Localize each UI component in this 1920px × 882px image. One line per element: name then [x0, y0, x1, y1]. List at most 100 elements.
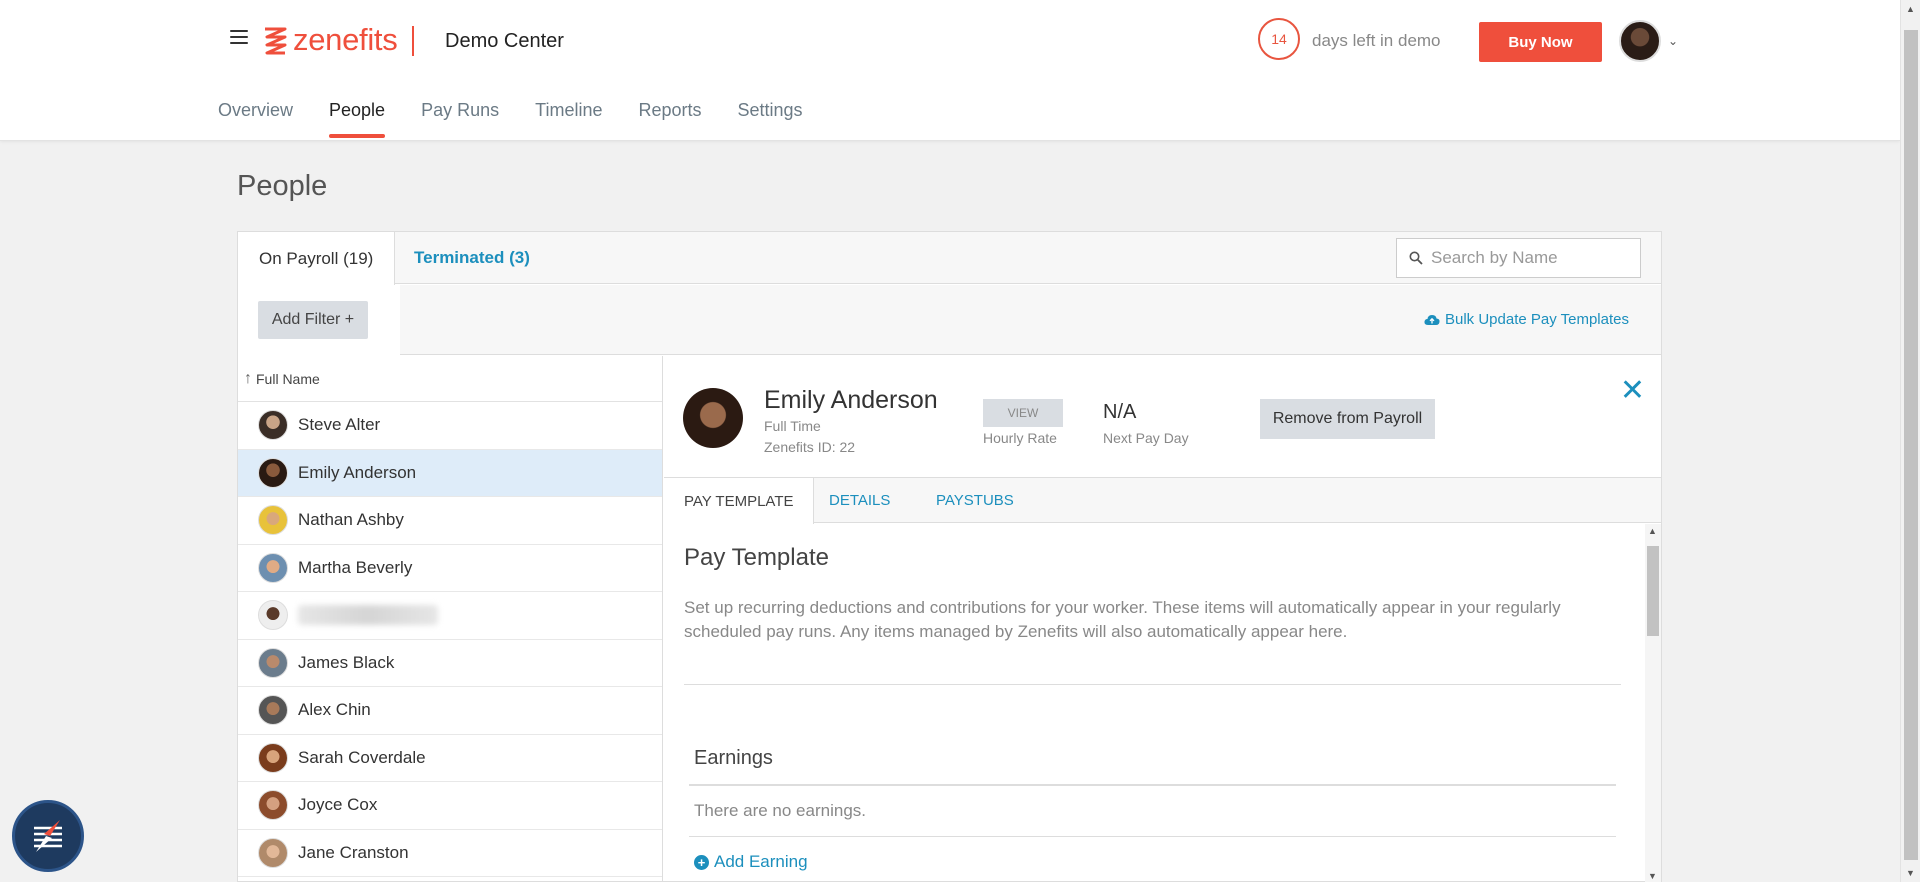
nav-timeline[interactable]: Timeline — [535, 100, 602, 138]
person-name: Joyce Cox — [298, 795, 378, 815]
person-name: Steve Alter — [298, 415, 381, 435]
hourly-rate-label: Hourly Rate — [983, 430, 1057, 446]
person-name: Emily Anderson — [298, 462, 417, 482]
scroll-up-arrow-icon[interactable]: ▲ — [1906, 4, 1915, 14]
demo-days-badge: 14 — [1258, 18, 1300, 60]
view-hourly-rate-button[interactable]: VIEW — [983, 399, 1063, 427]
list-item[interactable]: Nathan Ashby — [238, 497, 662, 545]
tab-pay-template[interactable]: PAY TEMPLATE — [664, 478, 815, 524]
people-panel: On Payroll (19) Terminated (3) Add Filte… — [237, 231, 1662, 882]
list-item[interactable]: Jane Cranston — [238, 830, 662, 877]
nav-people[interactable]: People — [329, 100, 386, 138]
avatar — [258, 837, 288, 868]
add-earning-label: Add Earning — [714, 852, 808, 871]
column-header-label: Full Name — [256, 370, 320, 387]
logo-divider — [412, 26, 414, 56]
nav-overview[interactable]: Overview — [218, 100, 293, 138]
menu-icon[interactable] — [230, 30, 248, 44]
column-header-full-name[interactable]: ↑ Full Name — [238, 356, 662, 402]
redacted-name — [298, 605, 438, 626]
compass-needle-icon — [34, 820, 62, 852]
top-header: zenefits Demo Center 14 days left in dem… — [0, 0, 1900, 141]
no-earnings-text: There are no earnings. — [694, 801, 866, 820]
close-icon[interactable]: ✕ — [1620, 376, 1645, 406]
list-item[interactable]: James Black — [238, 640, 662, 687]
scroll-down-arrow-icon[interactable]: ▼ — [1906, 868, 1915, 878]
avatar — [258, 742, 288, 773]
detail-tabs: PAY TEMPLATE DETAILS PAYSTUBS — [664, 478, 1661, 524]
bulk-update-link[interactable]: Bulk Update Pay Templates — [1424, 311, 1629, 328]
nav-settings[interactable]: Settings — [738, 100, 803, 138]
cloud-upload-icon — [1424, 314, 1440, 325]
tab-terminated[interactable]: Terminated (3) — [393, 232, 551, 284]
list-item[interactable]: Sarah Coverdale — [238, 735, 662, 782]
demo-days-text: days left in demo — [1312, 31, 1441, 50]
person-name: Alex Chin — [298, 700, 371, 720]
list-item[interactable] — [238, 592, 662, 640]
remove-from-payroll-button[interactable]: Remove from Payroll — [1260, 399, 1435, 439]
plus-circle-icon: + — [694, 854, 709, 870]
buy-now-button[interactable]: Buy Now — [1479, 22, 1602, 62]
employment-type: Full Time — [764, 418, 821, 434]
avatar — [258, 457, 288, 488]
avatar — [258, 647, 288, 678]
list-item[interactable]: Emily Anderson — [238, 449, 662, 497]
content-scrollbar[interactable]: ▲ ▼ — [1645, 524, 1661, 882]
search-box[interactable] — [1396, 238, 1641, 278]
people-list: ↑ Full Name Steve Alter Emily Anderson N… — [238, 356, 663, 882]
avatar — [683, 388, 743, 448]
avatar — [258, 505, 288, 536]
earnings-title: Earnings — [694, 747, 773, 769]
divider — [684, 684, 1621, 685]
tab-paystubs[interactable]: PAYSTUBS — [916, 478, 1034, 523]
main-nav: Overview People Pay Runs Timeline Report… — [218, 100, 839, 138]
tab-on-payroll[interactable]: On Payroll (19) — [238, 232, 396, 285]
next-pay-day-value: N/A — [1103, 401, 1137, 423]
avatar — [258, 552, 288, 583]
filter-row: Add Filter + Bulk Update Pay Templates — [238, 285, 1661, 355]
nav-pay-runs[interactable]: Pay Runs — [421, 100, 499, 138]
payroll-tabs: On Payroll (19) Terminated (3) — [238, 232, 1661, 285]
page-title: People — [237, 170, 328, 202]
avatar — [258, 695, 288, 726]
next-pay-day-label: Next Pay Day — [1103, 430, 1189, 446]
person-name: Nathan Ashby — [298, 510, 404, 530]
detail-header: Emily Anderson Full Time Zenefits ID: 22… — [664, 356, 1661, 478]
pay-template-title: Pay Template — [684, 544, 829, 571]
list-item[interactable]: Joyce Cox — [238, 782, 662, 830]
sort-arrow-icon: ↑ — [244, 369, 252, 387]
person-name: Sarah Coverdale — [298, 747, 426, 767]
scroll-thumb[interactable] — [1647, 546, 1659, 636]
person-name: James Black — [298, 652, 395, 672]
tab-details[interactable]: DETAILS — [809, 478, 910, 523]
avatar — [258, 410, 288, 441]
compass-icon[interactable] — [12, 800, 84, 872]
zenefits-z-icon — [265, 27, 287, 55]
filter-cell: Add Filter + — [238, 285, 400, 355]
list-item[interactable]: Martha Beverly — [238, 545, 662, 592]
nav-reports[interactable]: Reports — [638, 100, 701, 138]
list-item[interactable]: Steve Alter — [238, 402, 662, 450]
page-scrollbar[interactable]: ▲ ▼ — [1900, 0, 1920, 882]
pay-template-content: Pay Template Set up recurring deductions… — [664, 524, 1661, 882]
bulk-update-label: Bulk Update Pay Templates — [1445, 311, 1629, 328]
scroll-up-arrow-icon[interactable]: ▲ — [1648, 526, 1657, 536]
chevron-down-icon[interactable]: ⌄ — [1668, 34, 1678, 48]
pay-template-description: Set up recurring deductions and contribu… — [684, 598, 1561, 641]
zenefits-id: Zenefits ID: 22 — [764, 439, 856, 455]
app-title: Demo Center — [445, 30, 564, 52]
divider — [689, 784, 1616, 786]
logo-text: zenefits — [293, 22, 398, 57]
person-name: Martha Beverly — [298, 557, 413, 577]
list-item[interactable]: Alex Chin — [238, 687, 662, 735]
scroll-down-arrow-icon[interactable]: ▼ — [1648, 871, 1657, 881]
employee-name: Emily Anderson — [764, 386, 938, 414]
avatar — [258, 790, 288, 821]
user-avatar[interactable] — [1619, 20, 1661, 62]
search-input[interactable] — [1431, 248, 1626, 268]
search-icon — [1409, 251, 1423, 265]
add-earning-link[interactable]: + Add Earning — [694, 852, 808, 872]
add-filter-button[interactable]: Add Filter + — [258, 301, 368, 339]
scroll-thumb[interactable] — [1904, 30, 1918, 860]
zenefits-logo[interactable]: zenefits — [263, 22, 398, 58]
